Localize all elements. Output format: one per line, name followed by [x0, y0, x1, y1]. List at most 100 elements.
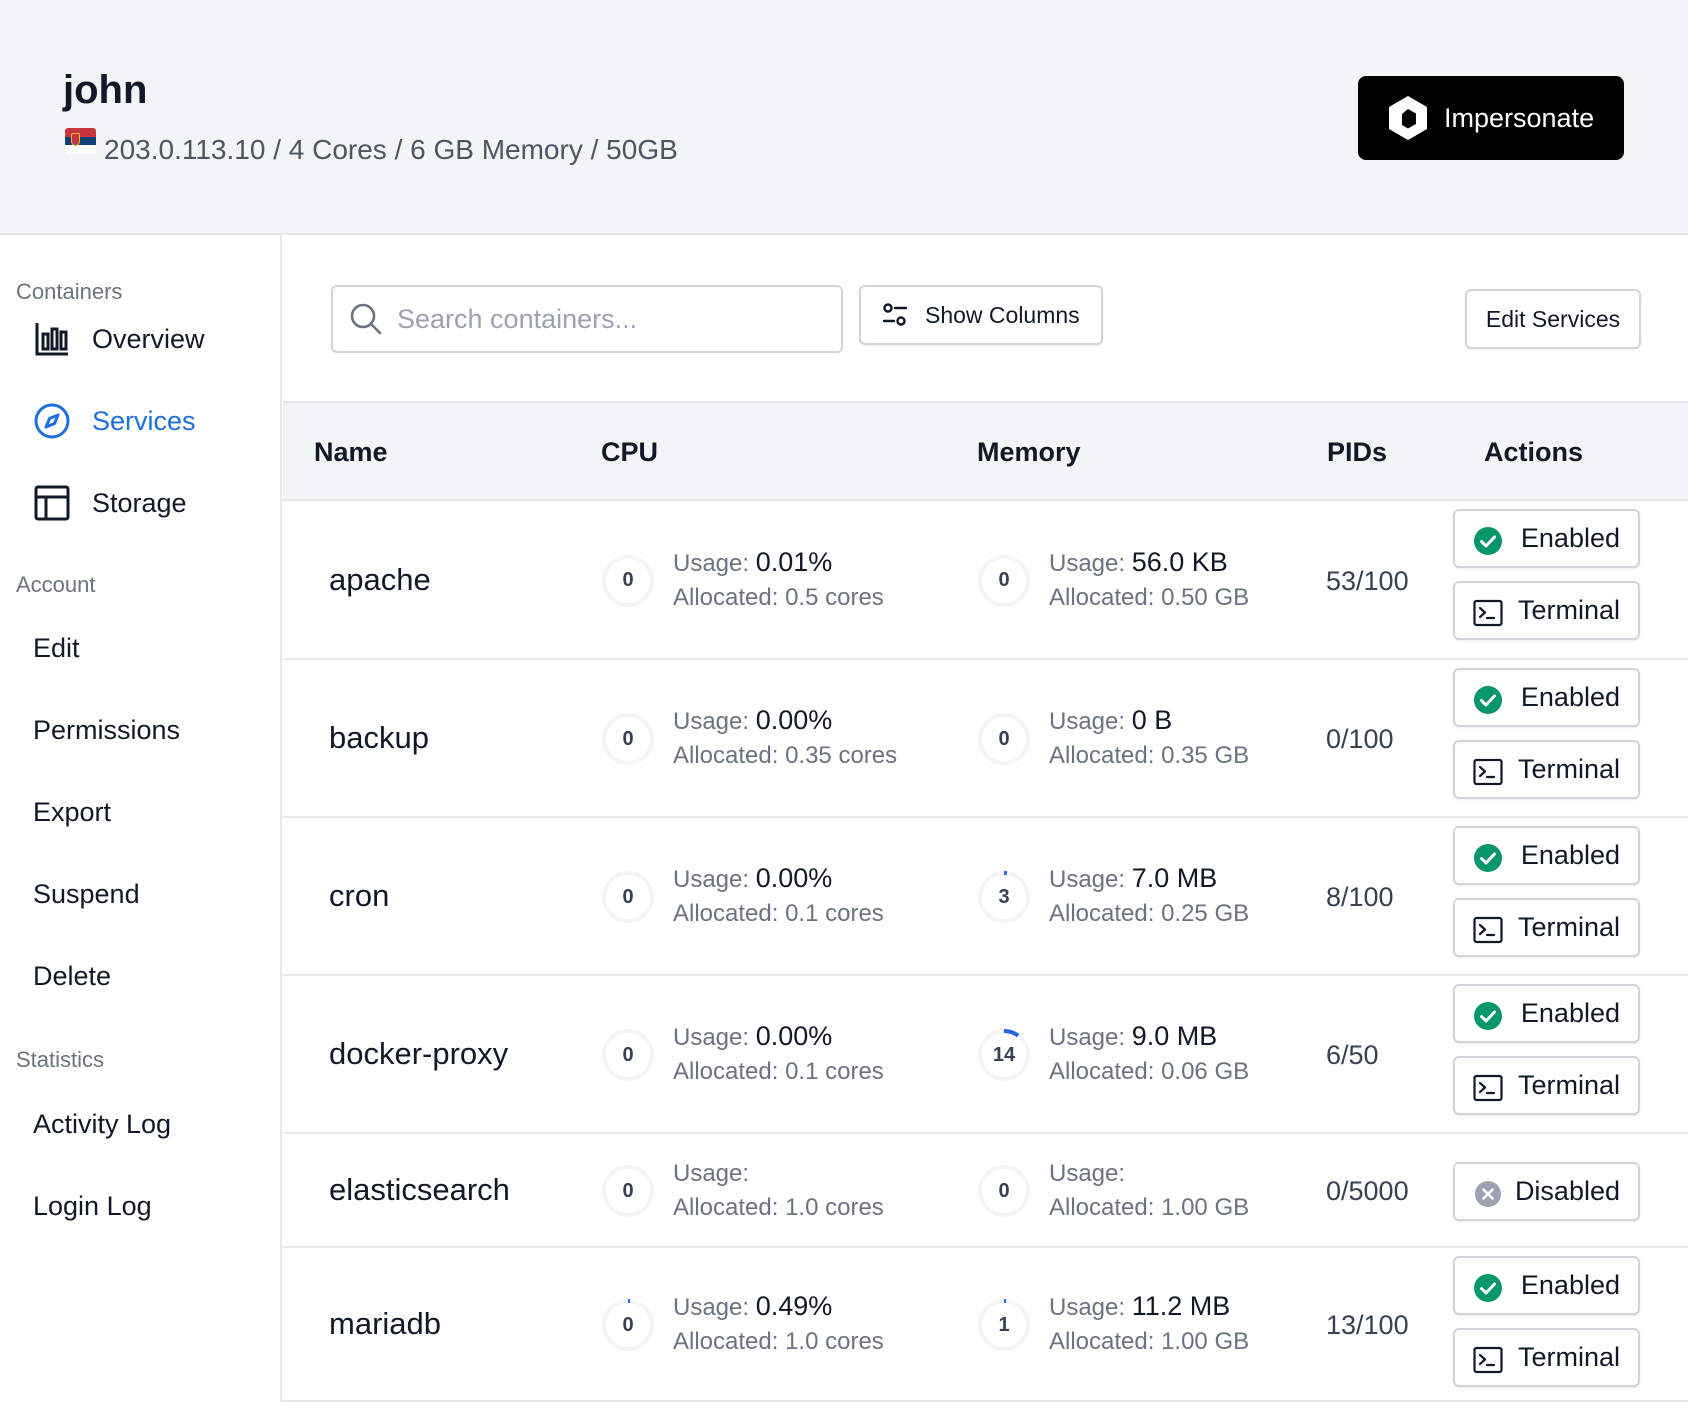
- sidebar-item-label: Overview: [92, 323, 205, 354]
- container-name: cron: [329, 878, 390, 913]
- search-input[interactable]: [397, 303, 817, 335]
- usage-label: Usage:: [673, 866, 750, 893]
- sidebar-item-label: Services: [92, 405, 196, 436]
- container-name: mariadb: [329, 1306, 441, 1341]
- cpu-metrics: Usage: 0.00% Allocated: 0.1 cores: [673, 861, 884, 931]
- edit-services-button[interactable]: Edit Services: [1465, 289, 1641, 349]
- column-header-name: Name: [314, 437, 388, 467]
- server-info: 203.0.113.10 / 4 Cores / 6 GB Memory / 5…: [104, 134, 678, 165]
- container-name: elasticsearch: [329, 1172, 510, 1207]
- gauge-value: 0: [622, 569, 634, 591]
- terminal-label: Terminal: [1517, 595, 1620, 625]
- memory-gauge: 1: [976, 1297, 1032, 1353]
- section-label-statistics: Statistics: [16, 1047, 105, 1072]
- cpu-gauge: 0: [600, 1163, 656, 1219]
- main-content: Show Columns Edit Services Name CPU Memo…: [283, 235, 1688, 1402]
- terminal-button[interactable]: Terminal: [1453, 740, 1640, 799]
- terminal-button[interactable]: Terminal: [1453, 1056, 1640, 1115]
- status-enabled-button[interactable]: Enabled: [1453, 1256, 1640, 1315]
- memory-allocated: Allocated: 1.00 GB: [1049, 1328, 1250, 1355]
- usage-label: Usage:: [673, 549, 750, 577]
- gauge-value: 0: [622, 1043, 634, 1066]
- memory-gauge: 3: [976, 869, 1032, 925]
- sidebar-item-overview[interactable]: Overview: [33, 320, 205, 358]
- table-row: cron 0 Usage: 0.00% Allocated: 0.1 cores…: [283, 818, 1688, 976]
- memory-usage-value: 56.0 KB: [1131, 546, 1228, 577]
- status-label: Enabled: [1520, 998, 1620, 1028]
- table-header: Name CPU Memory PIDs Actions: [283, 401, 1688, 501]
- impersonate-button[interactable]: Impersonate: [1358, 76, 1624, 160]
- gauge-value: 0: [998, 1179, 1010, 1202]
- memory-allocated: Allocated: 0.50 GB: [1049, 583, 1250, 611]
- sidebar-item-permissions[interactable]: Permissions: [33, 715, 180, 746]
- compass-icon: [34, 403, 70, 439]
- status-enabled-button[interactable]: Enabled: [1453, 668, 1640, 727]
- memory-metrics: Usage: 9.0 MB Allocated: 0.06 GB: [1049, 1019, 1249, 1089]
- sidebar-item-storage[interactable]: Storage: [33, 484, 187, 522]
- check-circle-icon: [1474, 686, 1502, 714]
- terminal-button[interactable]: Terminal: [1453, 581, 1640, 640]
- gauge-value: 1: [998, 1313, 1010, 1336]
- gauge-value: 0: [622, 1313, 634, 1336]
- status-disabled-button[interactable]: Disabled: [1453, 1162, 1640, 1221]
- cpu-usage-value: 0.00%: [755, 705, 833, 735]
- pids-value: 8/100: [1326, 882, 1394, 912]
- status-enabled-button[interactable]: Enabled: [1453, 984, 1640, 1043]
- cpu-gauge: 0: [600, 869, 656, 925]
- memory-metrics: Usage: 0 B Allocated: 0.35 GB: [1049, 703, 1249, 773]
- sidebar-item-services[interactable]: Services: [33, 402, 196, 440]
- gauge-value: 0: [998, 727, 1010, 750]
- show-columns-button[interactable]: Show Columns: [859, 285, 1103, 345]
- serbia-flag-icon: [65, 128, 96, 154]
- memory-metrics: Usage: Allocated: 1.00 GB: [1049, 1155, 1249, 1225]
- terminal-button[interactable]: Terminal: [1453, 1328, 1640, 1387]
- column-header-cpu: CPU: [601, 437, 659, 467]
- sidebar-item-activity-log[interactable]: Activity Log: [33, 1109, 171, 1140]
- gauge-value: 0: [622, 1179, 634, 1202]
- terminal-button[interactable]: Terminal: [1453, 898, 1640, 957]
- sidebar-item-delete[interactable]: Delete: [33, 961, 111, 992]
- sidebar-item-suspend[interactable]: Suspend: [33, 879, 140, 910]
- check-circle-icon: [1474, 1002, 1502, 1030]
- memory-metrics: Usage: 56.0 KB Allocated: 0.50 GB: [1049, 545, 1249, 615]
- pids-value: 0/5000: [1326, 1176, 1409, 1206]
- section-label-containers: Containers: [16, 279, 123, 304]
- status-enabled-button[interactable]: Enabled: [1453, 826, 1640, 885]
- cpu-metrics: Usage: 0.00% Allocated: 0.35 cores: [673, 703, 897, 773]
- terminal-label: Terminal: [1517, 912, 1620, 942]
- memory-metrics: Usage: 11.2 MB Allocated: 1.00 GB: [1049, 1289, 1249, 1359]
- sidebar-item-export[interactable]: Export: [33, 797, 111, 828]
- usage-label: Usage:: [673, 1294, 750, 1321]
- section-label-account: Account: [16, 572, 96, 597]
- cpu-allocated: Allocated: 0.1 cores: [673, 1058, 884, 1085]
- usage-label: Usage:: [673, 708, 750, 735]
- sidebar-item-label: Storage: [92, 487, 187, 518]
- status-enabled-button[interactable]: Enabled: [1453, 509, 1640, 568]
- sidebar-item-login-log[interactable]: Login Log: [33, 1191, 152, 1222]
- cpu-gauge: 0: [600, 553, 656, 609]
- status-label: Enabled: [1520, 523, 1620, 553]
- sidebar-item-edit[interactable]: Edit: [33, 633, 80, 664]
- show-columns-label: Show Columns: [925, 301, 1080, 328]
- column-header-pids: PIDs: [1327, 437, 1388, 467]
- memory-gauge: 0: [976, 711, 1032, 767]
- cpu-metrics: Usage: 0.01% Allocated: 0.5 cores: [673, 545, 884, 615]
- memory-allocated: Allocated: 0.25 GB: [1049, 900, 1250, 927]
- terminal-label: Terminal: [1517, 1342, 1620, 1372]
- container-name: backup: [329, 720, 429, 755]
- cpu-gauge: 0: [600, 711, 656, 767]
- usage-label: Usage:: [673, 1024, 750, 1051]
- cpu-gauge: 0: [600, 1297, 656, 1353]
- column-header-memory: Memory: [977, 437, 1081, 467]
- memory-gauge: 0: [976, 1163, 1032, 1219]
- status-label: Enabled: [1520, 1270, 1620, 1300]
- terminal-icon: [1473, 758, 1503, 786]
- status-label: Disabled: [1514, 1176, 1620, 1206]
- check-circle-icon: [1474, 1274, 1502, 1302]
- gauge-value: 0: [622, 727, 634, 750]
- search-field[interactable]: [331, 285, 843, 353]
- table-row: elasticsearch 0 Usage: Allocated: 1.0 co…: [283, 1134, 1688, 1248]
- column-header-actions: Actions: [1484, 437, 1584, 467]
- cpu-metrics: Usage: 0.00% Allocated: 0.1 cores: [673, 1019, 884, 1089]
- terminal-label: Terminal: [1517, 754, 1620, 784]
